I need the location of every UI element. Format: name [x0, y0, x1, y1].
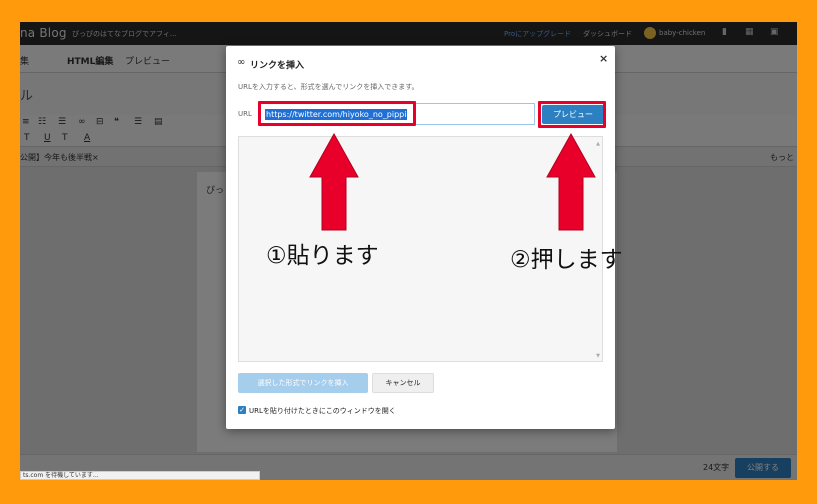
arrow-up-press — [546, 132, 596, 231]
arrow-up-paste — [309, 132, 359, 231]
annotation-press: ②押します — [510, 247, 623, 273]
annotation-paste: ①貼ります — [266, 243, 379, 269]
annotation-arrows — [309, 132, 596, 231]
